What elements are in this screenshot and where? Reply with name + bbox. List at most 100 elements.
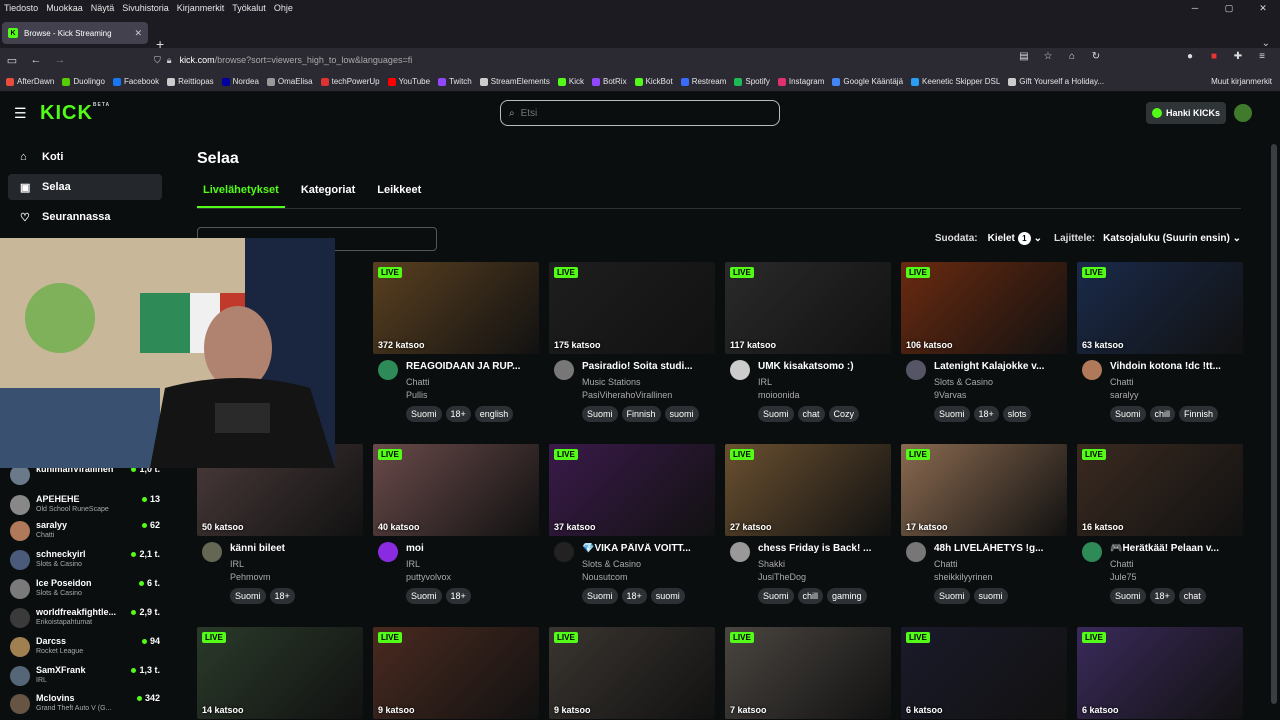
tab-close-icon[interactable]: ✕ xyxy=(134,28,142,39)
sidebar-channel[interactable]: Mclovins Grand Theft Auto V (G... 342 xyxy=(10,691,160,719)
tag-chip[interactable]: gaming xyxy=(827,588,867,604)
tag-chip[interactable]: suomi xyxy=(973,588,1008,604)
stream-thumbnail[interactable]: LIVE 17 katsoo xyxy=(901,444,1067,536)
streamer-name[interactable]: 9Varvas xyxy=(934,390,966,400)
streamer-name[interactable]: Nousutcom xyxy=(582,572,628,582)
streamer-avatar[interactable] xyxy=(378,360,398,380)
bookmark-item[interactable]: YouTube xyxy=(387,77,430,86)
stream-thumbnail[interactable]: LIVE 175 katsoo xyxy=(549,262,715,354)
tag-chip[interactable]: 18+ xyxy=(445,588,471,604)
bookmark-item[interactable]: Reittiopas xyxy=(167,77,214,86)
home-browser-icon[interactable]: ⌂ xyxy=(1060,51,1084,62)
streamer-name[interactable]: Pehmovm xyxy=(230,572,271,582)
tag-chip[interactable]: Suomi xyxy=(406,588,442,604)
bookmark-item[interactable]: Twitch xyxy=(438,77,472,86)
tag-chip[interactable]: Suomi xyxy=(758,406,794,422)
streamer-avatar[interactable] xyxy=(378,542,398,562)
menu-item[interactable]: Näytä xyxy=(91,3,115,13)
sort-dropdown[interactable]: Katsojaluku (Suurin ensin) ⌄ xyxy=(1103,233,1241,244)
bookmark-item[interactable]: Gift Yourself a Holiday... xyxy=(1008,77,1104,86)
search-box[interactable]: ⌕ xyxy=(500,100,780,126)
extensions-puzzle-icon[interactable]: ✚ xyxy=(1226,51,1250,62)
streamer-name[interactable]: moioonida xyxy=(758,390,800,400)
streamer-avatar[interactable] xyxy=(554,360,574,380)
tag-chip[interactable]: Suomi xyxy=(1110,588,1146,604)
tag-chip[interactable]: slots xyxy=(1002,406,1032,422)
stream-category[interactable]: Slots & Casino xyxy=(582,559,641,569)
stream-thumbnail[interactable]: LIVE 6 katsoo xyxy=(1077,627,1243,719)
bookmark-item[interactable]: Google Kääntäjä xyxy=(832,77,903,86)
stream-category[interactable]: Chatti xyxy=(1110,377,1134,387)
stream-thumbnail[interactable]: LIVE 6 katsoo xyxy=(901,627,1067,719)
minimize-icon[interactable]: ─ xyxy=(1178,0,1212,16)
maximize-icon[interactable]: ▢ xyxy=(1212,0,1246,16)
bookmark-item[interactable]: KickBot xyxy=(634,77,673,86)
tag-chip[interactable]: 18+ xyxy=(445,406,471,422)
lock-icon[interactable]: 🔒︎ xyxy=(167,55,172,66)
sidebar-item-home[interactable]: ⌂ Koti xyxy=(8,144,162,170)
back-icon[interactable]: ← xyxy=(24,54,48,66)
stream-category[interactable]: Chatti xyxy=(1110,559,1134,569)
tab-categories[interactable]: Kategoriat xyxy=(295,184,361,208)
stream-title[interactable]: Vihdoin kotona !dc !tt... xyxy=(1110,361,1240,372)
browser-tab[interactable]: K Browse - Kick Streaming ✕ xyxy=(2,22,148,44)
tag-chip[interactable]: Suomi xyxy=(582,588,618,604)
tag-chip[interactable]: 18+ xyxy=(1149,588,1175,604)
stream-title[interactable]: moi xyxy=(406,543,536,554)
tab-livestreams[interactable]: Livelähetykset xyxy=(197,184,285,208)
streamer-name[interactable]: JusiTheDog xyxy=(758,572,806,582)
tab-clips[interactable]: Leikkeet xyxy=(371,184,427,208)
tag-chip[interactable]: Suomi xyxy=(406,406,442,422)
streamer-name[interactable]: saralyy xyxy=(1110,390,1139,400)
tag-chip[interactable]: Suomi xyxy=(582,406,618,422)
tag-chip[interactable]: chat xyxy=(1178,588,1206,604)
other-bookmarks[interactable]: Muut kirjanmerkit xyxy=(1211,77,1272,86)
bookmark-item[interactable]: Restream xyxy=(680,77,726,86)
menu-item[interactable]: Työkalut xyxy=(232,3,266,13)
tag-chip[interactable]: 18+ xyxy=(621,588,647,604)
stream-thumbnail[interactable]: LIVE 27 katsoo xyxy=(725,444,891,536)
tag-chip[interactable]: chill xyxy=(797,588,824,604)
stream-title[interactable]: 48h LIVELÄHETYS !g... xyxy=(934,543,1064,554)
menu-item[interactable]: Kirjanmerkit xyxy=(177,3,225,13)
bookmark-item[interactable]: Instagram xyxy=(777,77,824,86)
reader-view-icon[interactable]: ▤ xyxy=(1012,51,1036,62)
stream-thumbnail[interactable]: LIVE 16 katsoo xyxy=(1077,444,1243,536)
stream-thumbnail[interactable]: LIVE 117 katsoo xyxy=(725,262,891,354)
stream-title[interactable]: 💎VIKA PÄIVÄ VOITT... xyxy=(582,543,712,554)
stream-title[interactable]: känni bileet xyxy=(230,543,360,554)
bookmark-item[interactable]: AfterDawn xyxy=(6,77,54,86)
bookmark-item[interactable]: OmaElisa xyxy=(266,77,313,86)
account-icon[interactable]: ● xyxy=(1178,51,1202,62)
streamer-name[interactable]: PasiViherahoVirallinen xyxy=(582,390,672,400)
stream-category[interactable]: IRL xyxy=(406,559,420,569)
tag-chip[interactable]: 18+ xyxy=(269,588,295,604)
streamer-avatar[interactable] xyxy=(730,360,750,380)
tag-chip[interactable]: Suomi xyxy=(230,588,266,604)
tag-chip[interactable]: Suomi xyxy=(934,588,970,604)
streamer-avatar[interactable] xyxy=(906,360,926,380)
bookmark-item[interactable]: Nordea xyxy=(221,77,259,86)
stream-thumbnail[interactable]: LIVE 63 katsoo xyxy=(1077,262,1243,354)
stream-title[interactable]: 🎮Herätkää! Pelaan v... xyxy=(1110,543,1240,554)
bookmark-item[interactable]: Duolingo xyxy=(62,77,105,86)
tag-chip[interactable]: chill xyxy=(1149,406,1176,422)
tag-chip[interactable]: 18+ xyxy=(973,406,999,422)
bookmark-item[interactable]: Facebook xyxy=(112,77,159,86)
streamer-avatar[interactable] xyxy=(554,542,574,562)
hamburger-menu-icon[interactable]: ☰ xyxy=(14,105,27,122)
stream-category[interactable]: Shakki xyxy=(758,559,785,569)
bookmark-item[interactable]: Spotify xyxy=(734,77,770,86)
reload-icon[interactable]: ↻ xyxy=(1084,51,1108,62)
shield-icon[interactable]: ⛉ xyxy=(154,55,161,66)
tag-chip[interactable]: Finnish xyxy=(621,406,661,422)
sidebar-channel[interactable]: Darcss Rocket League 94 xyxy=(10,634,160,662)
stream-title[interactable]: Latenight Kalajokke v... xyxy=(934,361,1064,372)
tag-chip[interactable]: Cozy xyxy=(828,406,860,422)
tag-chip[interactable]: suomi xyxy=(650,588,685,604)
forward-icon[interactable]: → xyxy=(48,54,72,66)
stream-category[interactable]: IRL xyxy=(230,559,244,569)
streamer-avatar[interactable] xyxy=(906,542,926,562)
bookmark-item[interactable]: BotRix xyxy=(592,77,627,86)
menu-item[interactable]: Tiedosto xyxy=(4,3,38,13)
